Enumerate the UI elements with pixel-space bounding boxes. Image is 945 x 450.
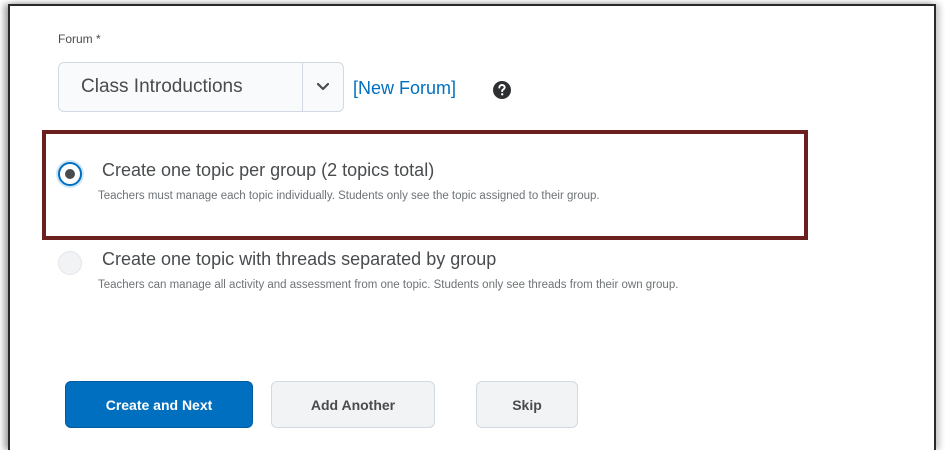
option-description: Teachers can manage all activity and ass… — [98, 279, 679, 291]
forum-label: Forum * — [58, 32, 101, 46]
add-another-button[interactable]: Add Another — [271, 381, 435, 428]
option-title: Create one topic per group (2 topics tot… — [102, 160, 435, 180]
forum-select[interactable]: Class Introductions — [58, 62, 344, 112]
new-forum-link[interactable]: [New Forum] — [353, 78, 456, 99]
option-description: Teachers must manage each topic individu… — [98, 190, 600, 202]
option-title: Create one topic with threads separated … — [102, 249, 497, 269]
question-circle-icon[interactable] — [492, 80, 512, 100]
forum-select-value: Class Introductions — [81, 76, 243, 97]
radio-threads-by-group[interactable] — [58, 251, 82, 275]
create-and-next-button[interactable]: Create and Next — [65, 381, 253, 428]
highlight-box — [42, 130, 808, 240]
radio-one-topic-per-group[interactable] — [58, 162, 82, 186]
chevron-down-icon[interactable] — [303, 63, 343, 111]
skip-button[interactable]: Skip — [476, 381, 578, 428]
dialog-frame: Forum * Class Introductions [New Forum] … — [8, 4, 936, 450]
